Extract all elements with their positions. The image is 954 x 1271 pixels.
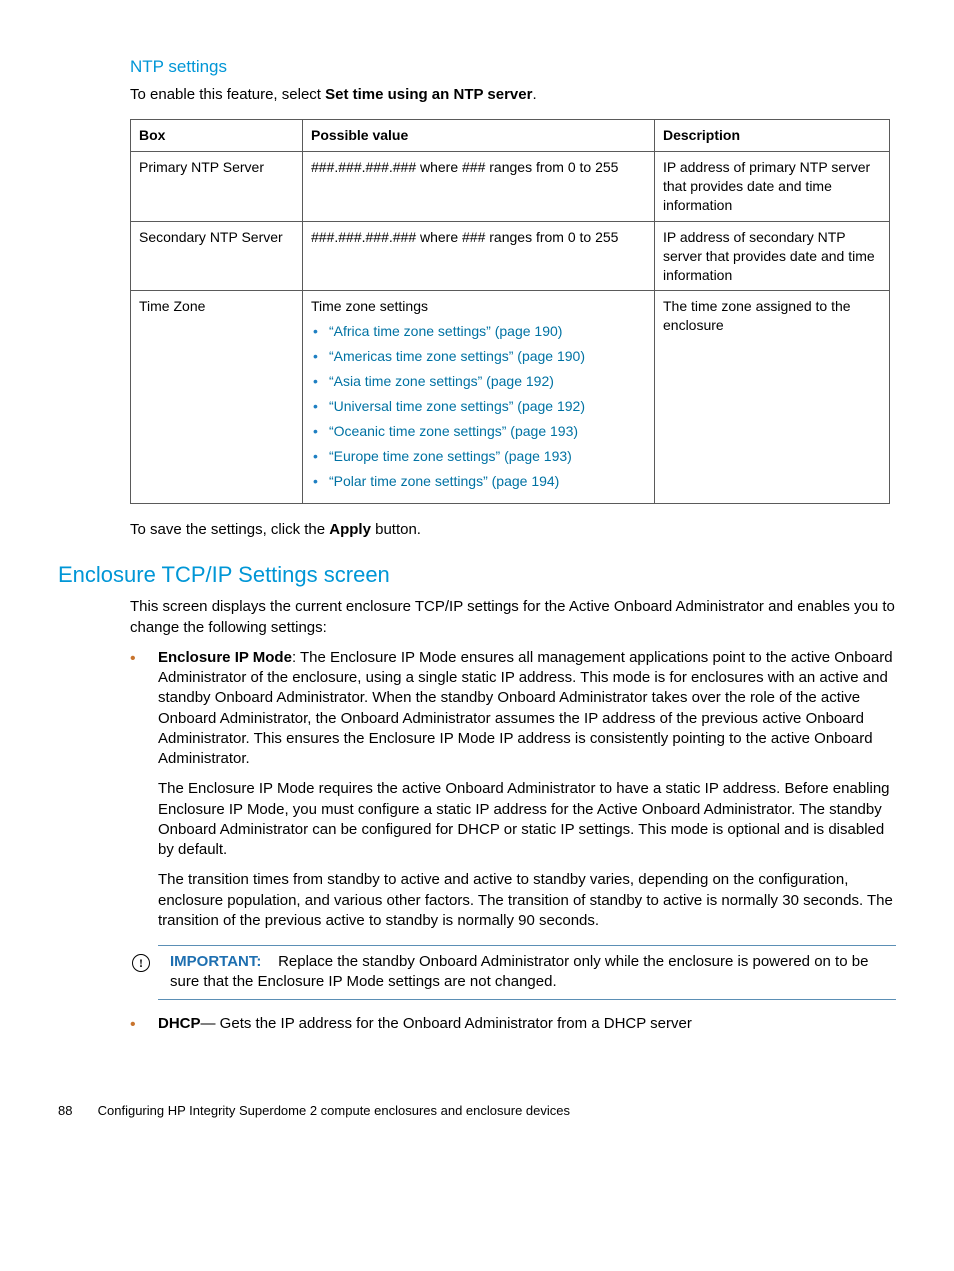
text: : The Enclosure IP Mode ensures all mana… xyxy=(158,649,893,767)
text: Replace the standby Onboard Administrato… xyxy=(170,953,868,990)
cell-desc: The time zone assigned to the enclosure xyxy=(655,291,890,503)
paragraph: The transition times from standby to act… xyxy=(158,870,896,931)
link-text[interactable]: “Asia time zone settings” (page 192) xyxy=(329,373,554,389)
th-value: Possible value xyxy=(303,120,655,152)
important-note: ! IMPORTANT: Replace the standby Onboard… xyxy=(158,945,896,1000)
ntp-table: Box Possible value Description Primary N… xyxy=(130,119,890,503)
text: Time zone settings xyxy=(311,298,428,314)
link-text[interactable]: “Universal time zone settings” (page 192… xyxy=(329,398,585,414)
body-bullet-list: Enclosure IP Mode: The Enclosure IP Mode… xyxy=(130,648,896,1034)
important-text: IMPORTANT: Replace the standby Onboard A… xyxy=(170,952,896,993)
cell-box: Secondary NTP Server xyxy=(131,221,303,291)
list-item: “Universal time zone settings” (page 192… xyxy=(311,397,646,416)
text: To enable this feature, select xyxy=(130,86,325,103)
page-number: 88 xyxy=(58,1102,94,1120)
table-header-row: Box Possible value Description xyxy=(131,120,890,152)
table-row: Secondary NTP Server ###.###.###.### whe… xyxy=(131,221,890,291)
term-label: DHCP xyxy=(158,1015,201,1032)
page-footer: 88 Configuring HP Integrity Superdome 2 … xyxy=(58,1102,570,1120)
paragraph: DHCP— Gets the IP address for the Onboar… xyxy=(158,1014,896,1034)
table-row: Time Zone Time zone settings “Africa tim… xyxy=(131,291,890,503)
th-description: Description xyxy=(655,120,890,152)
document-page: NTP settings To enable this feature, sel… xyxy=(0,0,954,1160)
save-note: To save the settings, click the Apply bu… xyxy=(130,520,896,540)
heading-tcpip: Enclosure TCP/IP Settings screen xyxy=(58,560,896,590)
important-icon: ! xyxy=(132,954,150,972)
footer-text: Configuring HP Integrity Superdome 2 com… xyxy=(98,1103,570,1118)
list-item: “Europe time zone settings” (page 193) xyxy=(311,447,646,466)
text: — Gets the IP address for the Onboard Ad… xyxy=(201,1015,692,1032)
cell-box: Time Zone xyxy=(131,291,303,503)
list-item: “Oceanic time zone settings” (page 193) xyxy=(311,422,646,441)
link-text[interactable]: “Polar time zone settings” (page 194) xyxy=(329,473,559,489)
table-row: Primary NTP Server ###.###.###.### where… xyxy=(131,152,890,222)
cell-box: Primary NTP Server xyxy=(131,152,303,222)
list-item: “Africa time zone settings” (page 190) xyxy=(311,322,646,341)
text: button. xyxy=(371,521,421,538)
list-item: Enclosure IP Mode: The Enclosure IP Mode… xyxy=(130,648,896,1000)
list-item: DHCP— Gets the IP address for the Onboar… xyxy=(130,1014,896,1034)
important-label: IMPORTANT: xyxy=(170,953,261,970)
cell-desc: IP address of primary NTP server that pr… xyxy=(655,152,890,222)
link-text[interactable]: “Oceanic time zone settings” (page 193) xyxy=(329,423,578,439)
text: . xyxy=(532,86,536,103)
tcp-intro: This screen displays the current enclosu… xyxy=(130,597,896,638)
link-text[interactable]: “Americas time zone settings” (page 190) xyxy=(329,348,585,364)
text-bold: Apply xyxy=(329,521,371,538)
paragraph: Enclosure IP Mode: The Enclosure IP Mode… xyxy=(158,648,896,770)
list-item: “Asia time zone settings” (page 192) xyxy=(311,372,646,391)
timezone-list: “Africa time zone settings” (page 190) “… xyxy=(311,322,646,490)
paragraph: The Enclosure IP Mode requires the activ… xyxy=(158,779,896,860)
list-item: “Americas time zone settings” (page 190) xyxy=(311,347,646,366)
cell-value: ###.###.###.### where ### ranges from 0 … xyxy=(303,152,655,222)
text: To save the settings, click the xyxy=(130,521,329,538)
link-text[interactable]: “Africa time zone settings” (page 190) xyxy=(329,323,562,339)
text-bold: Set time using an NTP server xyxy=(325,86,532,103)
list-item: “Polar time zone settings” (page 194) xyxy=(311,472,646,491)
term-label: Enclosure IP Mode xyxy=(158,649,292,666)
ntp-intro: To enable this feature, select Set time … xyxy=(130,85,896,105)
th-box: Box xyxy=(131,120,303,152)
cell-value: Time zone settings “Africa time zone set… xyxy=(303,291,655,503)
cell-value: ###.###.###.### where ### ranges from 0 … xyxy=(303,221,655,291)
cell-desc: IP address of secondary NTP server that … xyxy=(655,221,890,291)
link-text[interactable]: “Europe time zone settings” (page 193) xyxy=(329,448,572,464)
heading-ntp-settings: NTP settings xyxy=(130,56,896,79)
